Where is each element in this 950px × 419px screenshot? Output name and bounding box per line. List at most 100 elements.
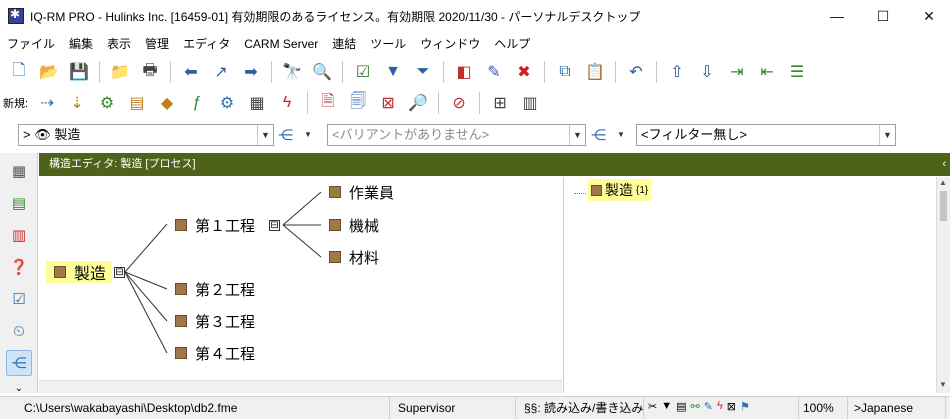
grid-view-icon[interactable]: ▦ <box>6 158 32 184</box>
new-diamond-icon[interactable]: ◆ <box>154 90 180 116</box>
edit-icon[interactable]: ✎ <box>704 400 713 413</box>
delete-icon[interactable]: ✖ <box>511 59 537 85</box>
checklist-view-icon[interactable]: ☑ <box>6 286 32 312</box>
move-down-icon[interactable]: ⇩ <box>694 59 720 85</box>
filter-icon[interactable]: ▼ <box>661 400 672 413</box>
undo-icon[interactable]: ↶ <box>623 59 649 85</box>
variant-tree-icon[interactable]: ⋲ <box>591 126 606 144</box>
close-button[interactable]: ✕ <box>906 0 950 32</box>
shapes-icon[interactable]: ◧ <box>451 59 477 85</box>
new-doc-search-icon[interactable]: 🔎 <box>405 90 431 116</box>
binoculars-icon[interactable]: 🔭 <box>279 59 305 85</box>
tools-icon[interactable]: ✂ <box>648 400 657 413</box>
structure-view-icon[interactable]: ⋲ <box>6 350 32 376</box>
horizontal-scrollbar[interactable] <box>39 380 562 393</box>
collapse-icon[interactable]: ‹ <box>942 153 946 176</box>
level-icon[interactable]: ☰ <box>784 59 810 85</box>
new-step-icon[interactable]: ⇢ <box>34 90 60 116</box>
maximize-button[interactable]: ☐ <box>860 0 906 32</box>
list-view-icon[interactable]: ▤ <box>6 190 32 216</box>
menu-edit[interactable]: 編集 <box>62 33 100 55</box>
paste-icon[interactable]: 📋 <box>582 59 608 85</box>
new-tree-icon[interactable]: ⊞ <box>487 90 513 116</box>
filter-settings-icon[interactable]: ⏷ <box>410 59 436 85</box>
schedule-view-icon[interactable]: ⏲ <box>6 318 32 344</box>
menu-carm-server[interactable]: CARM Server <box>237 33 325 55</box>
scroll-up-icon[interactable]: ▲ <box>939 178 947 187</box>
toolbar-separator <box>438 92 440 114</box>
table-view-icon[interactable]: ▥ <box>6 222 32 248</box>
menu-help[interactable]: ヘルプ <box>487 33 537 55</box>
tree-step-node[interactable]: 第３工程 <box>175 310 255 332</box>
vertical-scrollbar[interactable]: ▲ ▼ <box>936 177 950 393</box>
tree-child-node[interactable]: 機械 <box>329 214 379 236</box>
tree-child-node[interactable]: 作業員 <box>329 181 394 203</box>
menu-file[interactable]: ファイル <box>0 33 62 55</box>
menu-window[interactable]: ウィンドウ <box>413 33 487 55</box>
outline-item[interactable]: 製造 {1} <box>574 179 652 201</box>
save-icon[interactable]: 💾 <box>66 59 92 85</box>
minimize-button[interactable]: — <box>814 0 860 32</box>
variant-selector[interactable]: <バリアントがありません> ▼ <box>327 124 586 146</box>
pin-icon[interactable]: ⚑ <box>740 400 750 413</box>
new-failure-icon[interactable]: ϟ <box>274 90 300 116</box>
new-sub-icon[interactable]: ⇣ <box>64 90 90 116</box>
new-module-icon[interactable]: ⚙ <box>214 90 240 116</box>
indent-icon[interactable]: ⇥ <box>724 59 750 85</box>
outdent-icon[interactable]: ⇤ <box>754 59 780 85</box>
filter-icon[interactable]: ▼ <box>380 59 406 85</box>
pencil-icon[interactable]: ✎ <box>481 59 507 85</box>
link-icon[interactable]: ⚯ <box>691 400 700 413</box>
tree-step-node[interactable]: 第１工程 <box>175 214 255 236</box>
structure-canvas[interactable]: 製造 ⊟ 第１工程 ⊟ 第２工程 第３工程 第４工程 作業員 機械 材料 <box>39 177 562 393</box>
tree-view-icon[interactable]: ⋲ <box>278 126 293 144</box>
filter-selector[interactable]: <フィルター無し> ▼ <box>636 124 896 146</box>
chevron-down-icon[interactable]: ▼ <box>304 130 312 139</box>
navigate-icon[interactable]: ↗ <box>208 59 234 85</box>
new-prohibit-icon[interactable]: ⊘ <box>446 90 472 116</box>
chevron-down-icon[interactable]: ▼ <box>879 125 895 145</box>
scroll-down-icon[interactable]: ▼ <box>939 380 947 389</box>
new-table-icon[interactable]: ▦ <box>244 90 270 116</box>
menu-editor[interactable]: エディタ <box>176 33 237 55</box>
new-file-icon[interactable]: 🗋 <box>6 59 32 85</box>
delete-icon[interactable]: ⊠ <box>727 400 736 413</box>
tree-child-node[interactable]: 材料 <box>329 246 379 268</box>
checklist-icon[interactable]: ☑ <box>350 59 376 85</box>
forward-arrow-icon[interactable]: ➡ <box>238 59 264 85</box>
tree-step-node[interactable]: 第２工程 <box>175 278 255 300</box>
new-function-icon[interactable]: ƒ <box>184 90 210 116</box>
context-selector[interactable]: > 👁 製造 ▼ <box>18 124 274 146</box>
list-icon[interactable]: ▤ <box>676 400 686 413</box>
new-doc-icon[interactable]: 🗐 <box>345 90 371 116</box>
new-db-icon[interactable]: ▥ <box>517 90 543 116</box>
print-icon[interactable]: 🖶 <box>137 59 163 85</box>
tree-step-node[interactable]: 第４工程 <box>175 342 255 364</box>
open-project-icon[interactable]: 📁 <box>107 59 133 85</box>
process-square-icon <box>54 266 66 278</box>
chevron-down-icon[interactable]: ▼ <box>257 125 273 145</box>
collapse-root-icon[interactable]: ⊟ <box>114 267 125 278</box>
scroll-thumb[interactable] <box>940 191 947 221</box>
back-arrow-icon[interactable]: ⬅ <box>178 59 204 85</box>
open-folder-icon[interactable]: 📂 <box>36 59 62 85</box>
new-doc-red-icon[interactable]: 🗎 <box>315 90 341 116</box>
new-group-icon[interactable]: ⚙ <box>94 90 120 116</box>
new-stack-icon[interactable]: ▤ <box>124 90 150 116</box>
menu-link[interactable]: 連結 <box>325 33 363 55</box>
copy-icon[interactable]: ⧉ <box>552 59 578 85</box>
menu-manage[interactable]: 管理 <box>138 33 176 55</box>
chevron-down-icon[interactable]: ⌄ <box>6 382 32 394</box>
chevron-down-icon[interactable]: ▼ <box>617 130 625 139</box>
chevron-down-icon[interactable]: ▼ <box>569 125 585 145</box>
tree-root-node[interactable]: 製造 <box>46 261 113 283</box>
help-icon[interactable]: ❓ <box>6 254 32 280</box>
menu-tools[interactable]: ツール <box>363 33 413 55</box>
move-up-icon[interactable]: ⇧ <box>664 59 690 85</box>
collapse-step-icon[interactable]: ⊟ <box>269 220 280 231</box>
failure-icon[interactable]: ϟ <box>717 400 723 413</box>
menu-view[interactable]: 表示 <box>100 33 138 55</box>
find-icon[interactable]: 🔍 <box>309 59 335 85</box>
step-label: 第２工程 <box>195 281 256 299</box>
new-doc-delete-icon[interactable]: ⊠ <box>375 90 401 116</box>
